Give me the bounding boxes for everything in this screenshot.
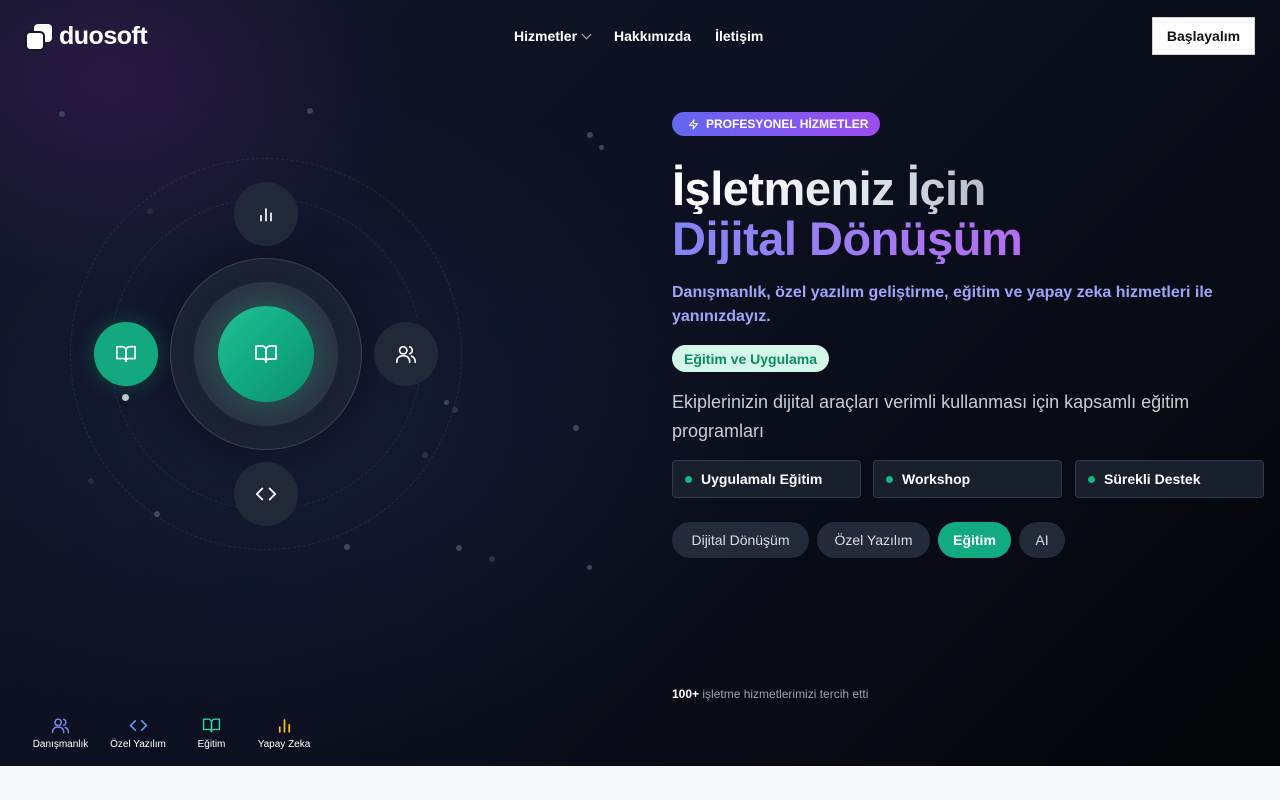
brand-name: duosoft — [59, 22, 148, 50]
tab-dijital-donusum[interactable]: Dijital Dönüşüm — [672, 522, 809, 558]
hero-title: İşletmeniz İçin Dijital Dönüşüm — [672, 164, 1023, 265]
get-started-button[interactable]: Başlayalım — [1152, 17, 1255, 55]
logo-mark-icon — [25, 23, 52, 51]
logo[interactable]: duosoft — [25, 22, 148, 51]
code-icon — [255, 487, 277, 501]
bottom-nav-label: Eğitim — [197, 739, 226, 750]
main-nav: Hizmetler Hakkımızda İletişim — [514, 28, 763, 44]
hero-title-line2: Dijital Dönüşüm — [672, 212, 1023, 265]
trust-text: işletme hizmetlerimizi tercih etti — [702, 687, 869, 701]
hero-title-line1: İşletmeniz İçin — [672, 164, 1022, 214]
nav-item-label: İletişim — [715, 28, 764, 44]
badge-label: PROFESYONEL HİZMETLER — [706, 117, 869, 131]
feature-label: Workshop — [902, 471, 971, 487]
book-icon — [116, 345, 136, 363]
bar-chart-icon — [278, 719, 290, 733]
particle — [456, 545, 462, 551]
particle — [307, 108, 313, 114]
particle — [489, 556, 495, 562]
particle — [59, 111, 65, 117]
bottom-nav-label: Danışmanlık — [32, 739, 89, 750]
orbit-satellite-analytics[interactable] — [234, 182, 298, 246]
bar-chart-icon — [260, 208, 272, 222]
nav-item-label: Hizmetler — [514, 28, 578, 44]
feature-label: Sürekli Destek — [1104, 471, 1201, 487]
service-description: Ekiplerinizin dijital araçları verimli k… — [672, 392, 1190, 441]
feature-bullet — [1088, 475, 1095, 483]
users-icon — [396, 345, 416, 364]
tab-egitim[interactable]: Eğitim — [938, 522, 1011, 558]
feature-bullet — [886, 475, 893, 483]
particle — [573, 425, 579, 431]
book-icon — [255, 345, 277, 363]
particle — [599, 145, 604, 150]
particle — [587, 565, 592, 570]
tab-ai[interactable]: AI — [1019, 522, 1065, 558]
feature-card: Uygulamalı Eğitim — [672, 460, 861, 498]
chevron-down-icon — [581, 29, 592, 39]
nav-item-hizmetler[interactable]: Hizmetler — [514, 28, 592, 44]
trust-count: 100+ — [672, 687, 700, 701]
orbit-satellite-software[interactable] — [234, 462, 298, 526]
bottom-nav-danismanlik[interactable]: Danışmanlık — [32, 716, 89, 750]
particle — [88, 478, 94, 484]
book-icon — [202, 718, 221, 733]
particle — [587, 132, 593, 138]
hero-section: duosoft Hizmetler Hakkımızda İletişim Ba… — [0, 0, 1280, 766]
hero-subtitle: Danışmanlık, özel yazılım geliştirme, eğ… — [672, 284, 1213, 325]
orbit-core-center — [218, 306, 314, 402]
orbit-satellite-consulting[interactable] — [374, 322, 438, 386]
service-tag: Eğitim ve Uygulama — [672, 345, 830, 372]
feature-card: Workshop — [873, 460, 1062, 498]
feature-bullet — [685, 475, 692, 483]
bottom-nav-yapay-zeka[interactable]: Yapay Zeka — [256, 716, 312, 750]
lightning-icon — [688, 118, 699, 130]
users-icon — [51, 718, 70, 734]
bottom-nav-label: Yapay Zeka — [257, 739, 311, 750]
orbit-satellite-education[interactable] — [94, 322, 158, 386]
bottom-nav-ozel-yazilim[interactable]: Özel Yazılım — [108, 716, 168, 750]
nav-item-iletisim[interactable]: İletişim — [715, 28, 763, 44]
feature-label: Uygulamalı Eğitim — [701, 471, 823, 487]
trust-line: 100+ işletme hizmetlerimizi tercih etti — [672, 687, 868, 701]
section-badge: PROFESYONEL HİZMETLER — [672, 112, 881, 136]
bottom-nav-egitim[interactable]: Eğitim — [196, 716, 227, 750]
feature-card: Sürekli Destek — [1075, 460, 1264, 498]
nav-item-hakkimizda[interactable]: Hakkımızda — [614, 28, 691, 44]
bottom-nav-label: Özel Yazılım — [110, 739, 166, 750]
particle — [344, 544, 350, 550]
tab-ozel-yazilim[interactable]: Özel Yazılım — [817, 522, 930, 558]
next-section-edge — [0, 766, 1280, 800]
code-icon — [129, 719, 147, 732]
nav-item-label: Hakkımızda — [614, 28, 692, 44]
